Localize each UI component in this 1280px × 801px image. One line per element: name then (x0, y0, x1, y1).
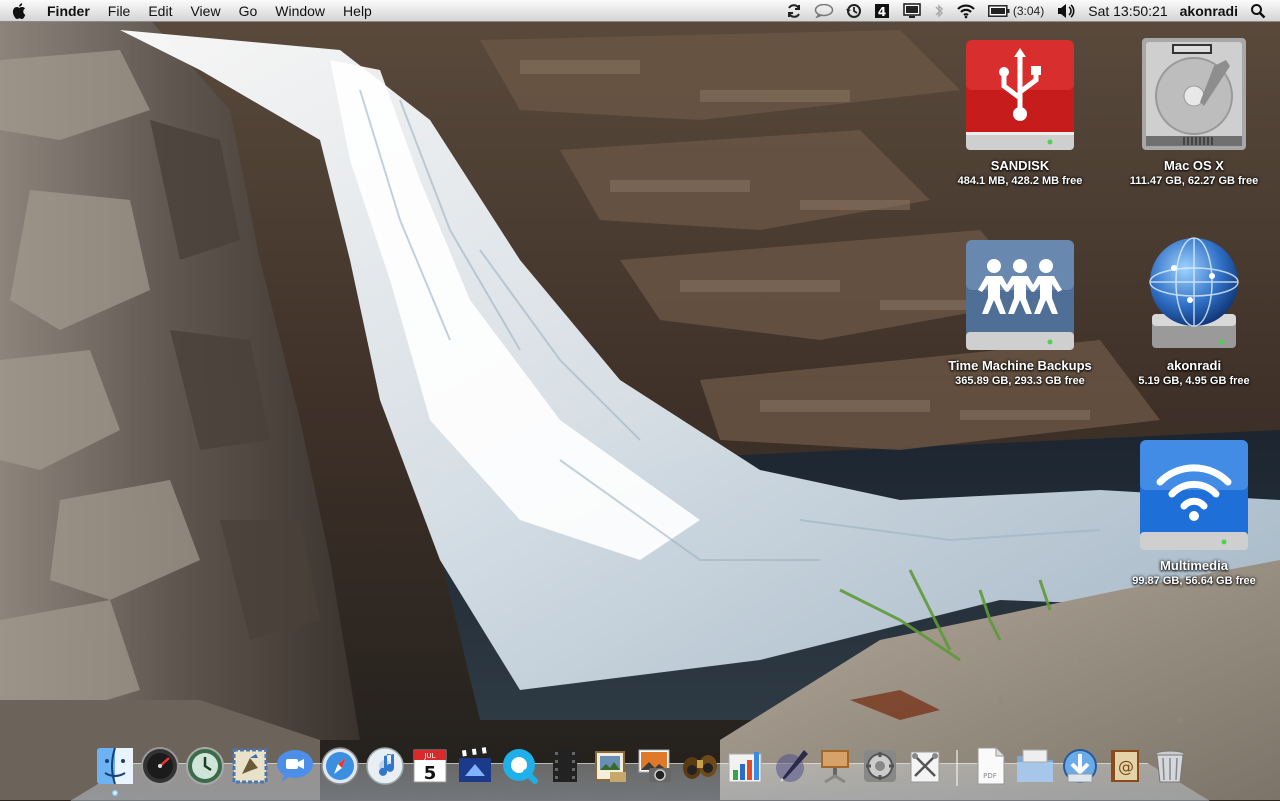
trash-icon[interactable] (1150, 746, 1190, 786)
ical-month: JUL (423, 752, 435, 760)
mail-icon[interactable] (230, 746, 270, 786)
menu-go[interactable]: Go (230, 0, 267, 22)
wifi-icon[interactable] (950, 0, 982, 22)
time-machine-icon[interactable] (840, 0, 868, 22)
menu-view[interactable]: View (181, 0, 229, 22)
battery-time: (3:04) (1012, 3, 1045, 18)
time-machine-icon[interactable] (185, 746, 225, 786)
drive-name: SANDISK (990, 158, 1050, 173)
spotlight-icon[interactable] (1244, 0, 1272, 22)
binoculars-icon[interactable] (680, 746, 720, 786)
desktop-icon-time-machine-backups[interactable]: Time Machine Backups 365.89 GB, 293.3 GB… (940, 236, 1100, 388)
applications-folder-icon[interactable] (1015, 746, 1055, 786)
numbers-icon[interactable] (725, 746, 765, 786)
desktop-icon-akonradi[interactable]: akonradi 5.19 GB, 4.95 GB free (1114, 236, 1274, 388)
svg-text:PDF: PDF (983, 772, 997, 780)
ical-icon[interactable]: JUL 5 (410, 746, 450, 786)
drive-name: Time Machine Backups (948, 358, 1092, 373)
usb-drive-icon (960, 36, 1080, 156)
drive-capacity: 111.47 GB, 62.27 GB free (1129, 175, 1259, 187)
menubar-clock[interactable]: Sat 13:50:21 (1082, 0, 1173, 22)
menu-edit[interactable]: Edit (139, 0, 181, 22)
svg-text:@: @ (1118, 757, 1134, 776)
address-book-icon[interactable]: @ (1105, 746, 1145, 786)
dashboard-icon[interactable] (140, 746, 180, 786)
svg-text:4: 4 (878, 5, 886, 19)
bluetooth-icon[interactable] (928, 0, 950, 22)
battery-status[interactable]: (3:04) (982, 0, 1050, 22)
drive-capacity: 5.19 GB, 4.95 GB free (1138, 375, 1250, 387)
spaces-icon[interactable]: 4 (868, 0, 896, 22)
system-preferences-icon[interactable] (860, 746, 900, 786)
desktop-icon-sandisk[interactable]: SANDISK 484.1 MB, 428.2 MB free (940, 36, 1100, 188)
volume-icon[interactable] (1050, 0, 1082, 22)
sync-icon[interactable] (780, 0, 808, 22)
app-menu-finder[interactable]: Finder (38, 0, 99, 22)
shared-drive-icon (960, 236, 1080, 356)
drive-capacity: 365.89 GB, 293.3 GB free (955, 375, 1085, 387)
film-strip-icon[interactable] (545, 746, 585, 786)
iphoto-icon[interactable] (635, 746, 675, 786)
dock-separator (956, 750, 958, 786)
wifi-drive-icon (1134, 436, 1254, 556)
finder-icon[interactable] (95, 746, 135, 796)
menu-file[interactable]: File (99, 0, 140, 22)
ichat-icon[interactable] (275, 746, 315, 786)
imovie-icon[interactable] (455, 746, 495, 786)
drive-capacity: 484.1 MB, 428.2 MB free (957, 175, 1083, 187)
drive-capacity: 99.87 GB, 56.64 GB free (1132, 575, 1256, 587)
itunes-icon[interactable] (365, 746, 405, 786)
menu-help[interactable]: Help (334, 0, 381, 22)
menu-window[interactable]: Window (266, 0, 334, 22)
downloads-icon[interactable] (1060, 746, 1100, 786)
drive-name: Multimedia (1160, 558, 1228, 573)
desktop-icon-multimedia[interactable]: Multimedia 99.87 GB, 56.64 GB free (1114, 436, 1274, 588)
safari-icon[interactable] (320, 746, 360, 786)
desktop-icon-mac-os-x[interactable]: Mac OS X 111.47 GB, 62.27 GB free (1114, 36, 1274, 188)
quicktime-icon[interactable] (500, 746, 540, 786)
keynote-icon[interactable] (815, 746, 855, 786)
running-indicator (111, 790, 118, 796)
menu-bar: Finder File Edit View Go Window Help 4 (… (0, 0, 1280, 22)
ical-date: 5 (423, 763, 436, 784)
dock: JUL 5 PDF @ (92, 742, 1192, 796)
preview-icon[interactable] (590, 746, 630, 786)
pen-icon[interactable] (770, 746, 810, 786)
battery-icon (987, 4, 1010, 17)
pdf-document-icon[interactable]: PDF (970, 746, 1010, 786)
display-icon[interactable] (896, 0, 928, 22)
network-drive-icon (1134, 236, 1254, 356)
drive-name: Mac OS X (1164, 158, 1224, 173)
script-editor-icon[interactable] (905, 746, 945, 786)
drive-name: akonradi (1166, 358, 1222, 373)
speech-bubble-icon[interactable] (808, 0, 840, 22)
apple-logo-icon[interactable] (0, 0, 38, 22)
hard-disk-icon (1134, 36, 1254, 156)
fast-user-switch[interactable]: akonradi (1174, 0, 1244, 22)
